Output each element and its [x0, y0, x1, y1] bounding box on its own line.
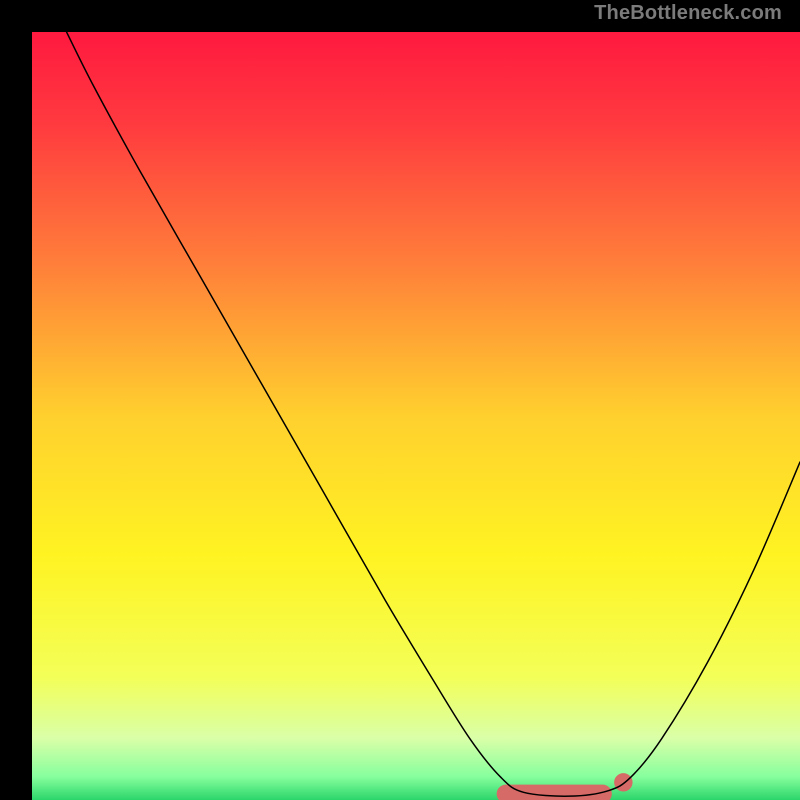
plot-area	[32, 32, 800, 800]
chart-frame	[16, 16, 784, 784]
chart-svg	[32, 32, 800, 800]
marker-dot	[614, 773, 632, 791]
chart-background	[32, 32, 800, 800]
attribution-label: TheBottleneck.com	[594, 2, 782, 25]
optimal-range-marker	[497, 785, 612, 800]
